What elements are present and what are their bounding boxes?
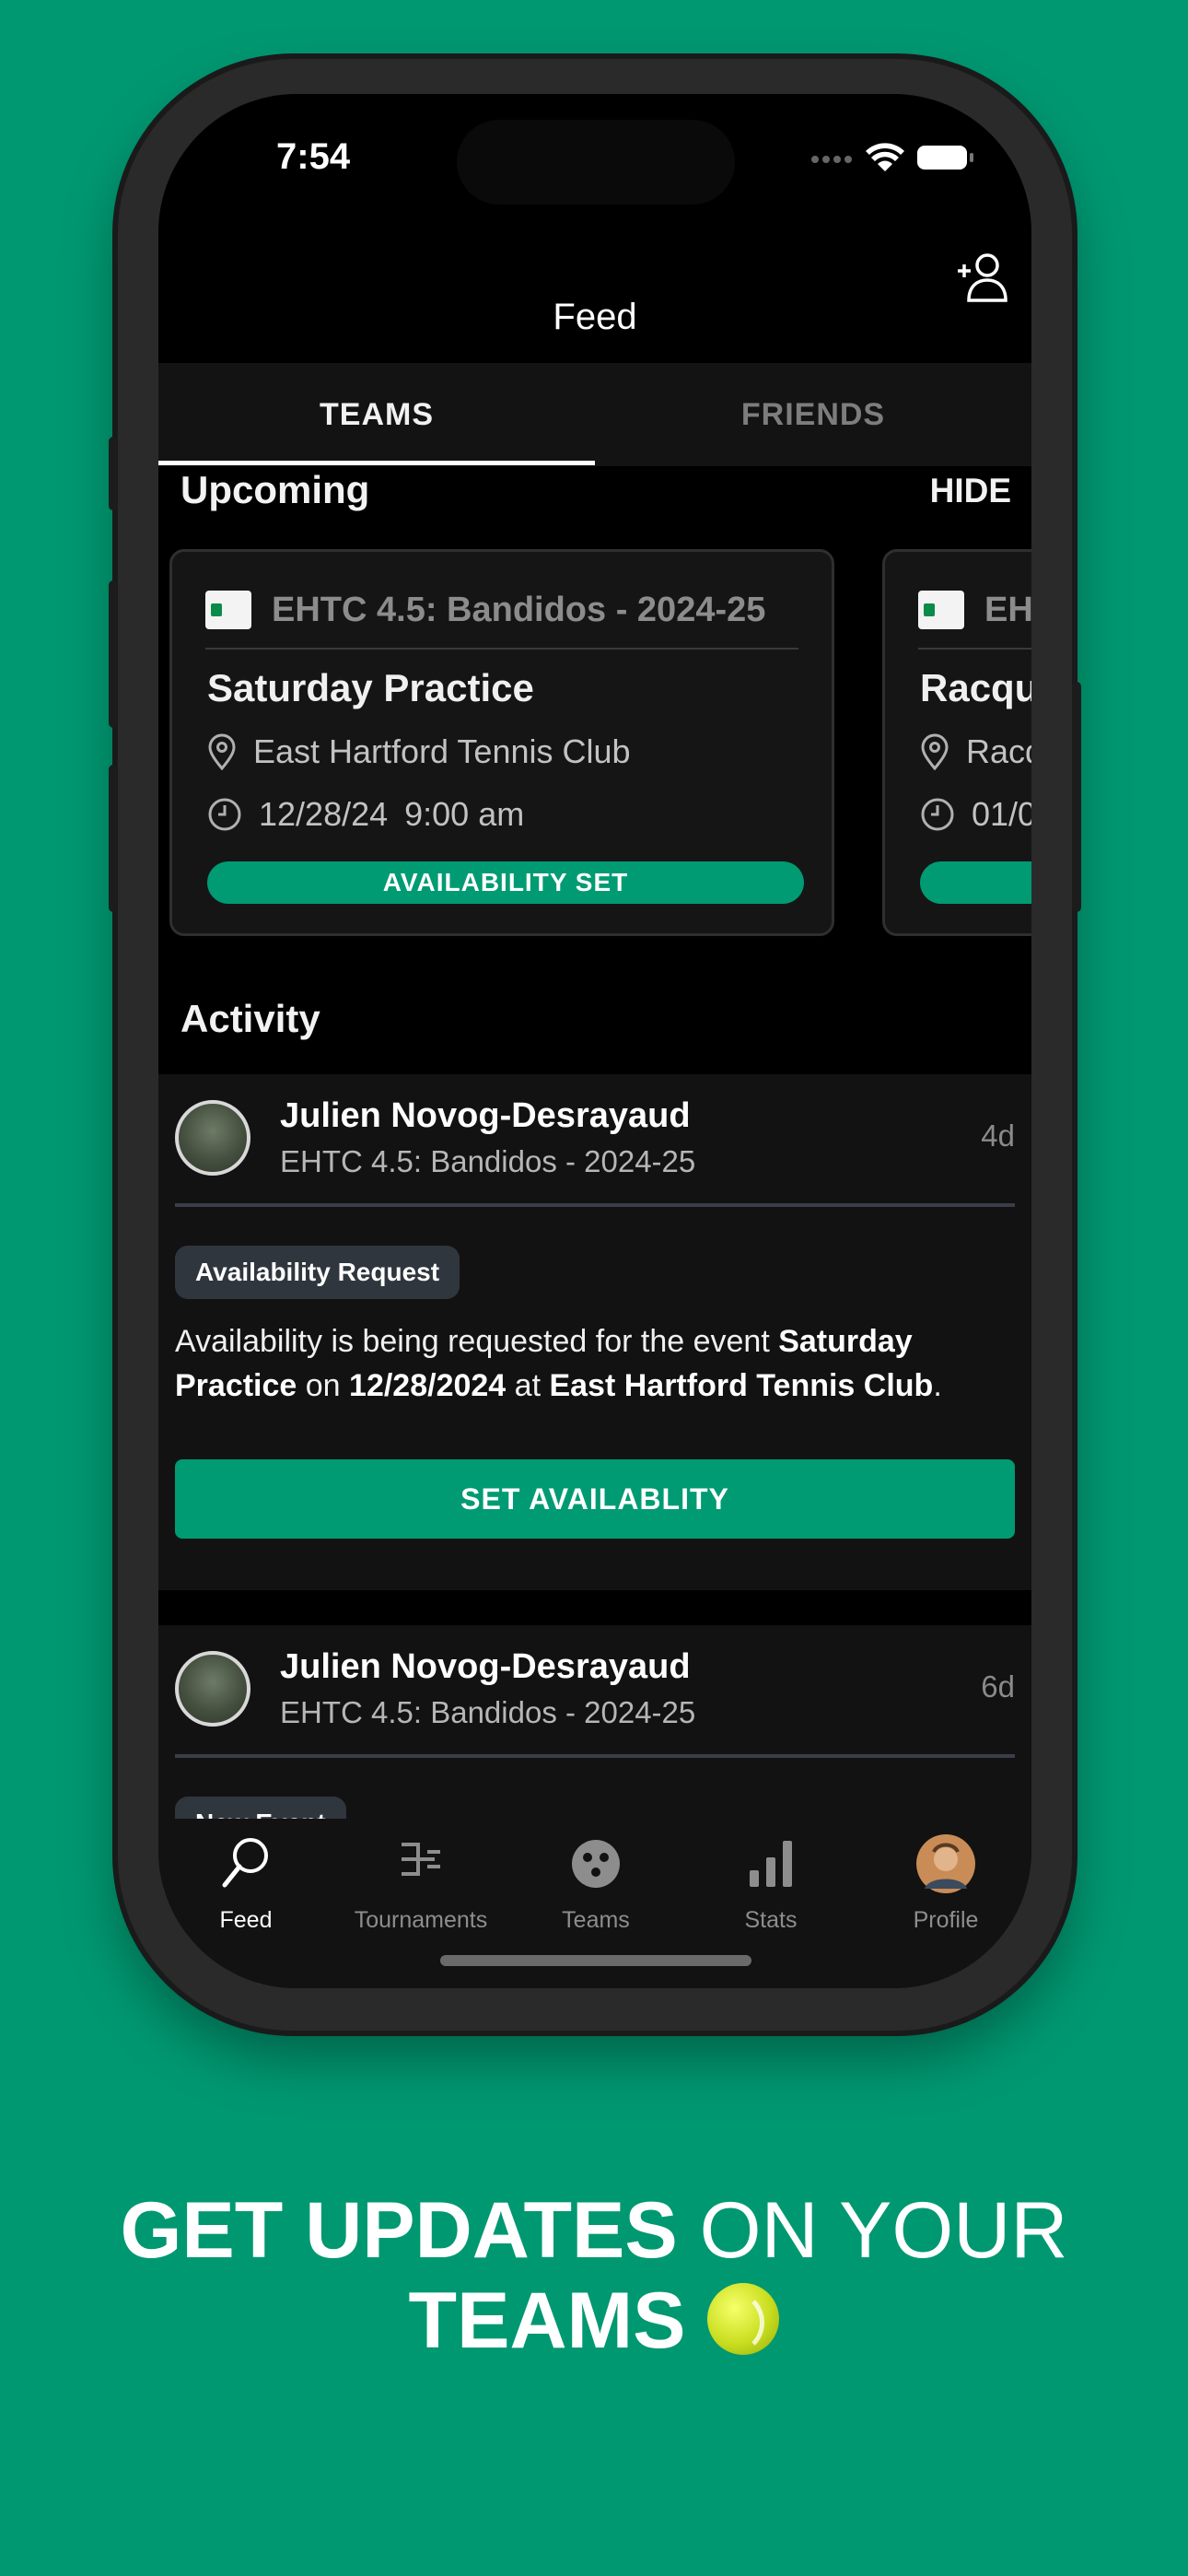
volume-up-button bbox=[109, 580, 118, 728]
activity-team-name: EHTC 4.5: Bandidos - 2024-25 bbox=[280, 1144, 696, 1178]
set-availability-button[interactable]: SET AVAILABLITY bbox=[175, 1459, 1015, 1539]
team-logo bbox=[918, 591, 964, 629]
location-pin-icon bbox=[208, 733, 236, 770]
card-location: East Hartford Tennis Club bbox=[253, 732, 631, 770]
stats-icon bbox=[750, 1841, 792, 1887]
promo-bold-1: GET UPDATES bbox=[120, 2186, 678, 2275]
add-friend-icon[interactable] bbox=[954, 247, 1013, 306]
availability-status-pill[interactable] bbox=[920, 861, 1031, 904]
card-divider bbox=[205, 648, 798, 650]
card-location: Racq bbox=[966, 732, 1031, 770]
message-location: East Hartford Tennis Club bbox=[549, 1368, 934, 1403]
bracket-icon bbox=[402, 1843, 440, 1876]
clock-icon bbox=[208, 798, 241, 831]
status-time: 7:54 bbox=[276, 136, 351, 177]
card-datetime-row: 01/0 bbox=[920, 795, 1031, 834]
card-divider bbox=[918, 648, 1031, 650]
active-tab-indicator bbox=[158, 461, 595, 465]
feed-tabs: TEAMS FRIENDS bbox=[158, 363, 1031, 466]
tab-friends[interactable]: FRIENDS bbox=[595, 363, 1031, 466]
card-time: 9:00 am bbox=[404, 795, 525, 833]
card-team-name: EHTC 4.5: Bandidos - 2024-25 bbox=[272, 591, 766, 629]
tab-teams-nav[interactable]: Teams bbox=[508, 1832, 683, 1934]
card-datetime-row: 12/28/24 9:00 am bbox=[207, 795, 524, 834]
nav-bar: Feed bbox=[158, 275, 1031, 364]
avatar[interactable] bbox=[175, 1651, 250, 1727]
avatar bbox=[916, 1834, 975, 1893]
racket-icon bbox=[222, 1838, 268, 1888]
location-pin-icon bbox=[921, 733, 949, 770]
status-icons bbox=[810, 142, 973, 173]
activity-message: Availability is being requested for the … bbox=[175, 1324, 942, 1403]
card-team-name: EH bbox=[984, 591, 1031, 629]
clock-icon bbox=[921, 798, 954, 831]
promo-line-1: GET UPDATES ON YOUR bbox=[0, 2185, 1188, 2277]
upcoming-title: Upcoming bbox=[181, 468, 370, 511]
activity-item: Julien Novog-Desrayaud EHTC 4.5: Bandido… bbox=[158, 1074, 1031, 1590]
tab-label: Profile bbox=[913, 1907, 979, 1933]
tab-label: Feed bbox=[219, 1907, 273, 1933]
activity-title: Activity bbox=[181, 997, 320, 1040]
card-date: 01/0 bbox=[972, 795, 1031, 833]
tab-label: Stats bbox=[744, 1907, 798, 1933]
home-indicator bbox=[440, 1955, 751, 1966]
message-date: 12/28/2024 bbox=[349, 1368, 507, 1403]
volume-down-button bbox=[109, 765, 118, 912]
hide-upcoming-button[interactable]: HIDE bbox=[930, 472, 1011, 510]
team-logo bbox=[205, 591, 251, 629]
power-button bbox=[1072, 682, 1081, 912]
card-event-name: Saturday Practice bbox=[207, 666, 534, 709]
dynamic-island bbox=[457, 120, 735, 205]
upcoming-event-card[interactable]: EHTC 4.5: Bandidos - 2024-25 Saturday Pr… bbox=[169, 549, 834, 936]
upcoming-event-card[interactable]: EH Racqu Racq 01/0 bbox=[882, 549, 1031, 936]
tab-tournaments[interactable]: Tournaments bbox=[333, 1832, 508, 1934]
card-date: 12/28/24 bbox=[259, 795, 389, 833]
activity-divider bbox=[175, 1754, 1015, 1758]
tab-teams[interactable]: TEAMS bbox=[158, 363, 595, 466]
battery-icon bbox=[917, 146, 973, 170]
card-event-name: Racqu bbox=[920, 666, 1031, 709]
cellular-icon bbox=[811, 156, 852, 163]
tennis-ball-icon bbox=[707, 2283, 780, 2355]
wifi-icon bbox=[866, 143, 904, 171]
tab-feed[interactable]: Feed bbox=[158, 1832, 333, 1934]
activity-divider bbox=[175, 1203, 1015, 1207]
promo-bold-2: TEAMS bbox=[408, 2277, 686, 2365]
activity-age: 6d bbox=[981, 1669, 1015, 1704]
card-location-row: East Hartford Tennis Club bbox=[207, 732, 631, 771]
promo-line-2: TEAMS bbox=[0, 2276, 1188, 2367]
phone-screen: 7:54 Feed TEAMS FRIENDS Upcoming HIDE EH… bbox=[158, 94, 1031, 1988]
tab-label: Tournaments bbox=[354, 1907, 488, 1933]
tab-profile[interactable]: Profile bbox=[858, 1832, 1031, 1934]
activity-item: Julien Novog-Desrayaud EHTC 4.5: Bandido… bbox=[158, 1625, 1031, 1850]
availability-status-pill[interactable]: AVAILABILITY SET bbox=[207, 861, 804, 904]
tab-stats[interactable]: Stats bbox=[683, 1832, 858, 1934]
avatar[interactable] bbox=[175, 1100, 250, 1176]
promo-light: ON YOUR bbox=[699, 2186, 1068, 2275]
mute-switch bbox=[109, 437, 118, 510]
page-title: Feed bbox=[553, 297, 637, 337]
activity-user-name[interactable]: Julien Novog-Desrayaud bbox=[280, 1096, 691, 1136]
card-location-row: Racq bbox=[920, 732, 1031, 771]
activity-team-name: EHTC 4.5: Bandidos - 2024-25 bbox=[280, 1695, 696, 1729]
teams-icon bbox=[572, 1840, 620, 1888]
activity-type-badge: Availability Request bbox=[175, 1246, 460, 1299]
activity-user-name[interactable]: Julien Novog-Desrayaud bbox=[280, 1647, 691, 1687]
tab-label: Teams bbox=[562, 1907, 630, 1933]
activity-age: 4d bbox=[981, 1118, 1015, 1153]
